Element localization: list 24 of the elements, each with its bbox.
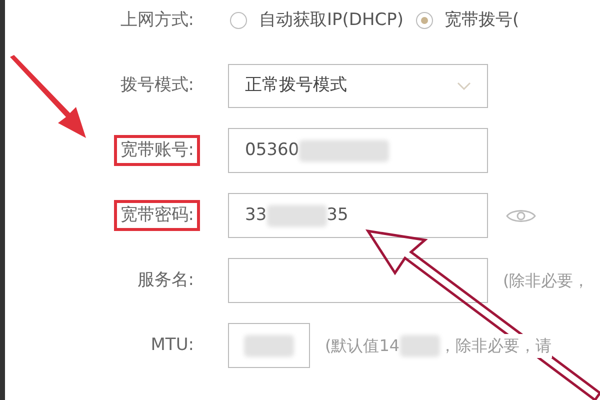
hint-text: ，除非必要，请 — [440, 334, 552, 356]
field-label: 拨号模式: — [119, 74, 195, 97]
input-value: 05360 — [245, 138, 300, 162]
eye-icon[interactable] — [506, 208, 536, 224]
hint-text: (默认值14 — [325, 334, 400, 356]
field-label: 宽带密码: — [117, 202, 197, 228]
blurred-mask — [400, 334, 440, 356]
blurred-mask — [244, 334, 294, 356]
input-value: 33 — [245, 204, 267, 227]
field-label: 服务名: — [136, 268, 195, 292]
chevron-down-icon — [457, 82, 471, 90]
blurred-mask — [266, 204, 327, 226]
dropdown-select[interactable]: 正常拨号模式 — [228, 64, 488, 108]
field-label: 宽带账号: — [117, 138, 197, 164]
input-value: 35 — [326, 204, 348, 227]
input-field[interactable] — [228, 323, 310, 368]
field-label: 上网方式: — [119, 8, 195, 32]
radio-option[interactable]: 自动获取IP(DHCP) — [230, 8, 404, 34]
radio-option[interactable]: 宽带拨号( — [416, 8, 520, 34]
input-field[interactable] — [228, 258, 488, 303]
hint-text: (除非必要， — [503, 270, 590, 292]
field-label: MTU: — [150, 334, 195, 357]
input-field[interactable]: 05360 — [228, 128, 488, 173]
input-field[interactable]: 33 35 — [228, 193, 488, 238]
